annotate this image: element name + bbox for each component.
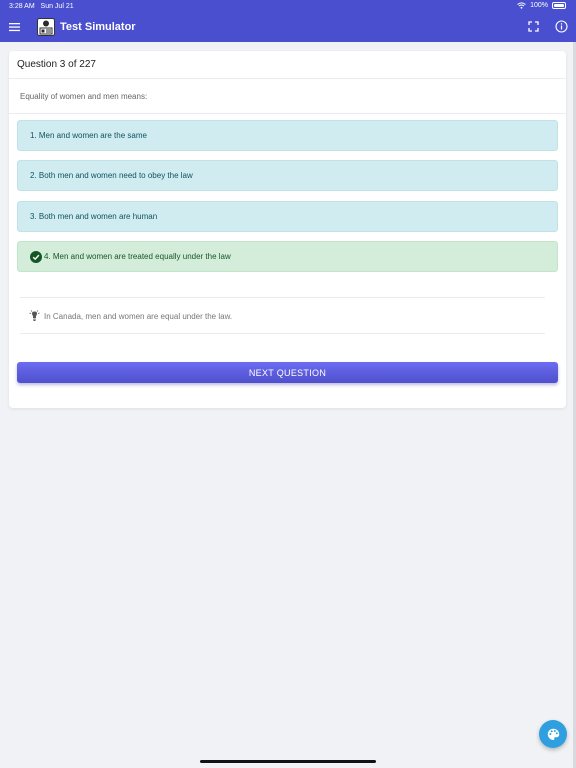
answer-option-3[interactable]: 3. Both men and women are human (17, 201, 558, 232)
divider (20, 333, 545, 334)
info-icon[interactable] (555, 20, 568, 33)
divider (20, 297, 545, 298)
status-right: 100% (517, 2, 566, 9)
hint: In Canada, men and women are equal under… (29, 310, 232, 322)
question-counter: Question 3 of 227 (17, 59, 96, 70)
answer-option-1[interactable]: 1. Men and women are the same (17, 120, 558, 151)
divider (9, 113, 566, 114)
status-date: Sun Jul 21 (40, 3, 74, 10)
answer-label: 2. Both men and women need to obey the l… (30, 171, 193, 180)
status-time: 3:28 AM Sun Jul 21 (9, 3, 74, 10)
divider (9, 78, 566, 79)
answer-label: 1. Men and women are the same (30, 131, 147, 140)
battery-icon (552, 2, 566, 9)
fullscreen-icon[interactable] (528, 21, 539, 32)
lightbulb-icon (29, 310, 40, 321)
battery-percent: 100% (530, 2, 548, 9)
home-indicator (200, 760, 376, 763)
answer-option-2[interactable]: 2. Both men and women need to obey the l… (17, 160, 558, 191)
answer-label: 3. Both men and women are human (30, 212, 158, 221)
status-time-value: 3:28 AM (9, 3, 35, 10)
question-text: Equality of women and men means: (20, 92, 148, 101)
status-bar: 3:28 AM Sun Jul 21 100% (0, 0, 576, 13)
check-circle-icon (30, 250, 42, 263)
theme-palette-button[interactable] (539, 720, 567, 748)
answer-label: 4. Men and women are treated equally und… (44, 252, 231, 261)
question-card: Question 3 of 227 Equality of women and … (9, 51, 566, 408)
menu-icon[interactable] (9, 22, 20, 32)
wifi-icon (517, 2, 526, 9)
hint-text: In Canada, men and women are equal under… (44, 311, 233, 321)
next-question-button[interactable]: NEXT QUESTION (17, 362, 558, 383)
palette-icon (547, 728, 559, 740)
answer-option-4-correct[interactable]: 4. Men and women are treated equally und… (17, 241, 558, 272)
app-logo-icon (37, 18, 55, 36)
app-bar: Test Simulator (0, 13, 576, 42)
app-title: Test Simulator (60, 21, 136, 33)
